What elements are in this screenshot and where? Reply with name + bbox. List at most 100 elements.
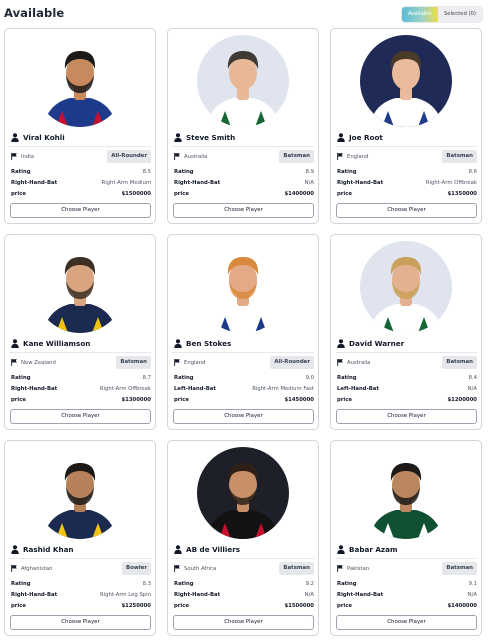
person-icon — [337, 338, 345, 348]
choose-player-button[interactable]: Choose Player — [336, 615, 477, 630]
choose-player-button[interactable]: Choose Player — [10, 615, 151, 630]
player-name-row: David Warner — [337, 337, 475, 349]
price-label: price — [11, 396, 26, 403]
player-name-row: AB de Villiers — [174, 543, 312, 555]
player-name-row: Babar Azam — [337, 543, 475, 555]
player-grid: Viral Kohli India All-Rounder Rating 8.5… — [4, 28, 482, 640]
available-tab[interactable]: Available — [401, 7, 438, 22]
style-row: Right-Hand-Bat N/A — [174, 178, 314, 187]
country: Afghanistan — [11, 565, 53, 572]
rating-label: Rating — [11, 168, 31, 175]
bowling-style: Right-Arm Medium Fast — [252, 385, 314, 392]
price-label: price — [337, 396, 352, 403]
choose-player-button[interactable]: Choose Player — [173, 409, 314, 424]
player-name: Ben Stokes — [186, 338, 232, 348]
price-row: price $1300000 — [11, 395, 151, 404]
divider — [9, 558, 151, 559]
bowling-style: N/A — [467, 591, 477, 598]
player-photo-image — [197, 447, 289, 539]
choose-player-button[interactable]: Choose Player — [336, 409, 477, 424]
price-value: $1250000 — [121, 602, 152, 609]
player-photo — [360, 447, 452, 539]
player-photo-image — [34, 241, 126, 333]
style-row: Right-Hand-Bat N/A — [174, 590, 314, 599]
player-card: Kane Williamson New Zealand Batsman Rati… — [4, 234, 156, 430]
country: England — [337, 153, 369, 160]
rating-value: 8.3 — [142, 580, 151, 587]
choose-player-button[interactable]: Choose Player — [173, 615, 314, 630]
country-name: Pakistan — [347, 565, 370, 572]
flag-icon — [11, 359, 17, 366]
country-name: South Africa — [184, 565, 217, 572]
person-icon — [337, 544, 345, 554]
batting-style: Right-Hand-Bat — [337, 591, 384, 598]
price-row: price $1200000 — [337, 395, 477, 404]
player-photo-image — [360, 241, 452, 333]
price-value: $1500000 — [284, 602, 315, 609]
price-row: price $1350000 — [337, 189, 477, 198]
rating-row: Rating 8.7 — [11, 373, 151, 382]
person-icon — [11, 132, 19, 142]
bowling-style: Right-Arm Medium — [101, 179, 151, 186]
divider — [172, 352, 314, 353]
player-photo-image — [34, 35, 126, 127]
batting-style: Right-Hand-Bat — [11, 179, 58, 186]
rating-value: 8.6 — [468, 168, 477, 175]
person-icon — [174, 338, 182, 348]
price-label: price — [337, 602, 352, 609]
rating-value: 9.2 — [305, 580, 314, 587]
rating-row: Rating 9.2 — [174, 579, 314, 588]
batting-style: Right-Hand-Bat — [337, 179, 384, 186]
person-icon — [174, 544, 182, 554]
price-row: price $1500000 — [11, 189, 151, 198]
rating-row: Rating 8.4 — [337, 373, 477, 382]
selected-tab[interactable]: Selected (0) — [437, 7, 482, 22]
role-badge: Batsman — [116, 356, 151, 369]
player-card: AB de Villiers South Africa Batsman Rati… — [167, 440, 319, 636]
page-title: Available — [4, 6, 65, 20]
player-card: Steve Smith Australia Batsman Rating 8.9… — [167, 28, 319, 224]
country: India — [11, 153, 34, 160]
rating-label: Rating — [11, 580, 31, 587]
country: South Africa — [174, 565, 216, 572]
flag-icon — [11, 565, 17, 572]
player-name: David Warner — [349, 338, 405, 348]
price-value: $1400000 — [284, 190, 315, 197]
flag-icon — [337, 153, 343, 160]
choose-player-button[interactable]: Choose Player — [336, 203, 477, 218]
country-row: India All-Rounder — [11, 150, 151, 163]
price-label: price — [337, 190, 352, 197]
style-row: Right-Hand-Bat Right-Arm Medium — [11, 178, 151, 187]
style-row: Left-Hand-Bat Right-Arm Medium Fast — [174, 384, 314, 393]
rating-label: Rating — [337, 580, 357, 587]
bowling-style: Right-Arm Offbreak — [425, 179, 477, 186]
bowling-style: N/A — [467, 385, 477, 392]
choose-player-button[interactable]: Choose Player — [10, 203, 151, 218]
flag-icon — [174, 565, 180, 572]
divider — [9, 352, 151, 353]
player-photo-image — [197, 35, 289, 127]
choose-player-button[interactable]: Choose Player — [10, 409, 151, 424]
player-name: Steve Smith — [186, 132, 236, 142]
country-name: New Zealand — [21, 359, 56, 366]
rating-value: 8.4 — [468, 374, 477, 381]
style-row: Right-Hand-Bat N/A — [337, 590, 477, 599]
rating-value: 9.0 — [305, 374, 314, 381]
divider — [335, 146, 477, 147]
country-row: Pakistan Batsman — [337, 562, 477, 575]
country-name: India — [21, 153, 34, 160]
rating-value: 8.5 — [142, 168, 151, 175]
player-photo — [360, 35, 452, 127]
player-name-row: Joe Root — [337, 131, 475, 143]
player-name-row: Ben Stokes — [174, 337, 312, 349]
header: Available Available Selected (0) — [4, 6, 482, 24]
player-card: Viral Kohli India All-Rounder Rating 8.5… — [4, 28, 156, 224]
player-name: Viral Kohli — [23, 132, 65, 142]
style-row: Right-Hand-Bat Right-Arm Leg Spin — [11, 590, 151, 599]
rating-label: Rating — [174, 374, 194, 381]
rating-value: 9.1 — [468, 580, 477, 587]
choose-player-button[interactable]: Choose Player — [173, 203, 314, 218]
flag-icon — [11, 153, 17, 160]
divider — [172, 558, 314, 559]
player-card: Joe Root England Batsman Rating 8.6 Righ… — [330, 28, 482, 224]
